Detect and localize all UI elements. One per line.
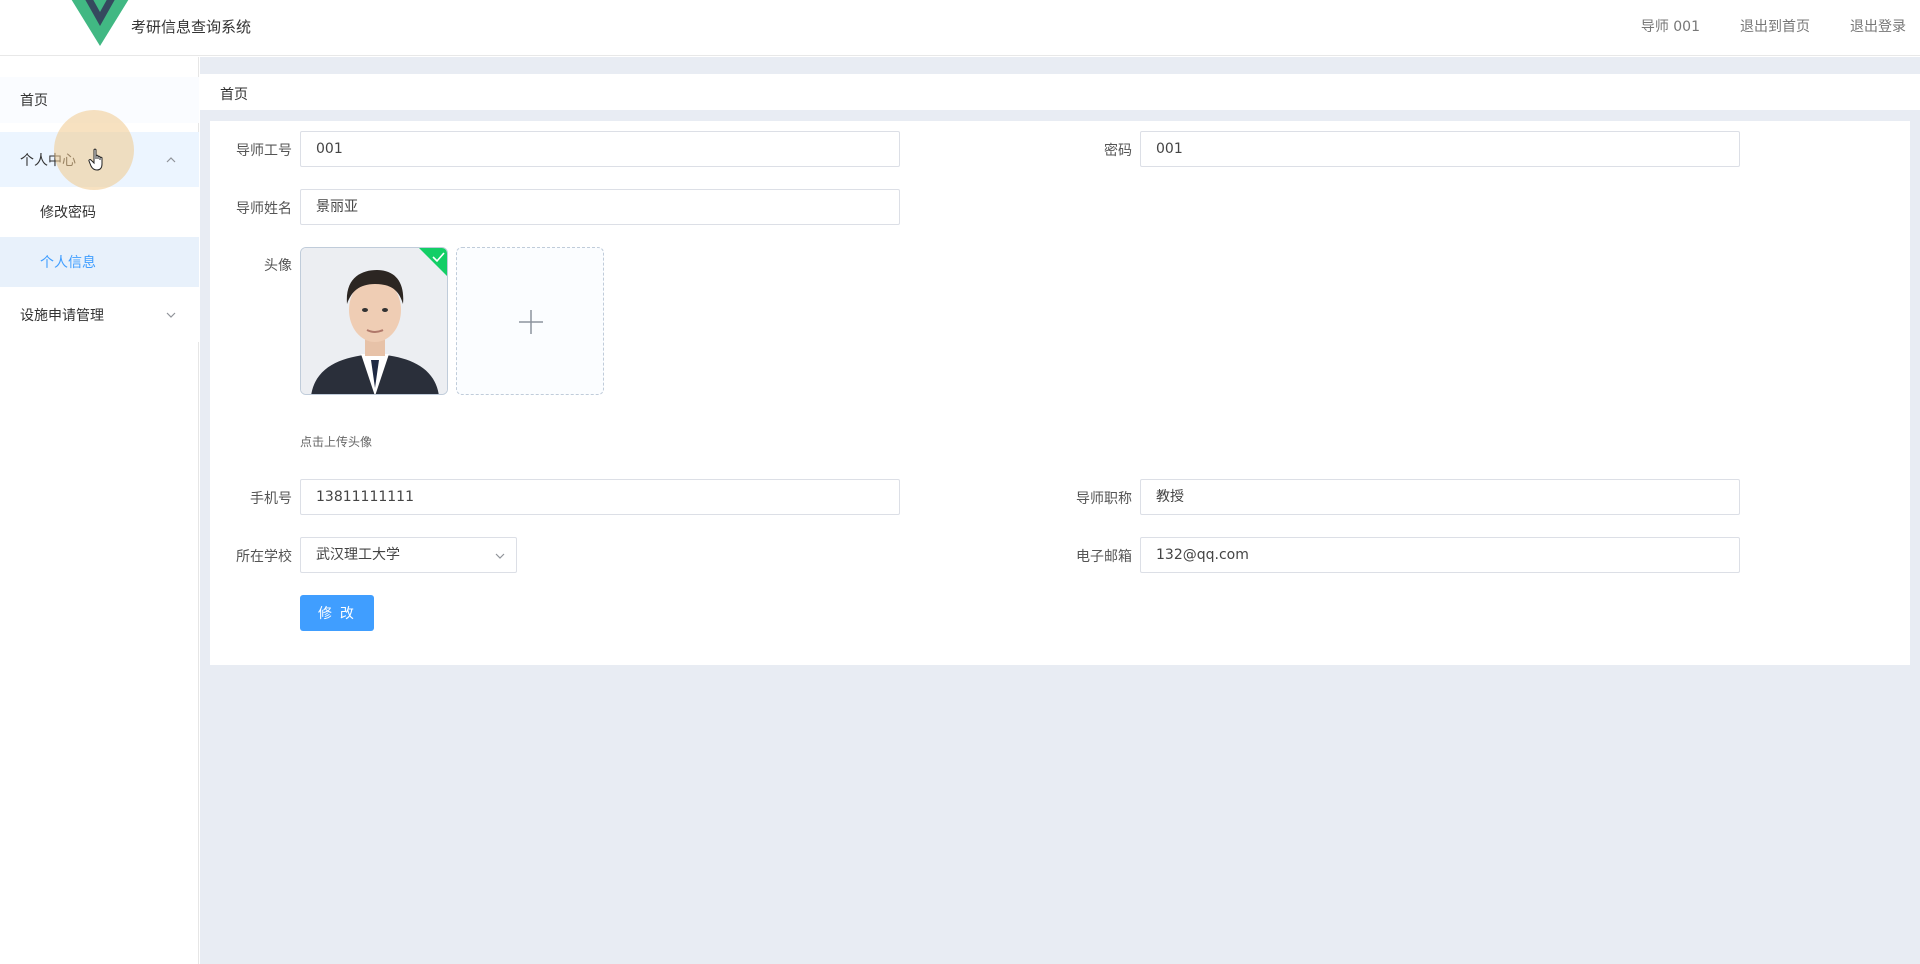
sidebar: 首页 个人中心 修改密码 个人信息 设施申请管理: [0, 57, 199, 964]
back-home-link[interactable]: 退出到首页: [1740, 16, 1810, 36]
avatar-label: 头像: [264, 258, 292, 274]
chevron-up-icon: [166, 156, 176, 162]
hand-cursor-icon: [88, 148, 103, 171]
sidebar-item-label: 设施申请管理: [20, 307, 104, 324]
sidebar-item-label: 个人中心: [20, 152, 76, 169]
submit-button[interactable]: 修 改: [300, 595, 374, 631]
teacher-id-input[interactable]: 001: [300, 131, 900, 167]
email-label: 电子邮箱: [1076, 549, 1132, 565]
check-icon: [419, 248, 447, 276]
app-title: 考研信息查询系统: [131, 18, 252, 36]
school-label: 所在学校: [236, 549, 292, 565]
profile-form-card: 导师工号 001 密码 001 导师姓名 景丽亚 头像 点击上传头像 手机号 1…: [210, 121, 1910, 665]
top-header: 考研信息查询系统 导师 001 退出到首页 退出登录: [0, 0, 1920, 56]
avatar-upload-button[interactable]: [456, 247, 604, 395]
header-links: 导师 001 退出到首页 退出登录: [1641, 16, 1906, 36]
sidebar-item-home[interactable]: 首页: [0, 77, 199, 123]
sidebar-item-personal-info[interactable]: 个人信息: [0, 237, 199, 287]
main-content: 首页 导师工号 001 密码 001 导师姓名 景丽亚 头像 点击上传头像 手机…: [200, 57, 1920, 964]
breadcrumb[interactable]: 首页: [220, 84, 248, 104]
sidebar-item-change-password[interactable]: 修改密码: [0, 187, 199, 237]
vue-logo-icon: [71, 0, 129, 46]
email-input[interactable]: 132@qq.com: [1140, 537, 1740, 573]
breadcrumb-bar: 首页: [200, 74, 1920, 110]
school-select-value: 武汉理工大学: [316, 547, 400, 563]
plus-icon: [519, 310, 543, 334]
chevron-down-icon: [495, 553, 505, 559]
teacher-name-label: 导师姓名: [236, 201, 292, 217]
teacher-title-label: 导师职称: [1076, 491, 1132, 507]
phone-input[interactable]: 13811111111: [300, 479, 900, 515]
phone-label: 手机号: [250, 491, 292, 507]
chevron-down-icon: [166, 312, 176, 318]
password-label: 密码: [1104, 143, 1132, 159]
logout-link[interactable]: 退出登录: [1850, 16, 1906, 36]
password-input[interactable]: 001: [1140, 131, 1740, 167]
sidebar-item-label: 修改密码: [40, 205, 96, 221]
current-user[interactable]: 导师 001: [1641, 16, 1700, 36]
sidebar-item-facility-management[interactable]: 设施申请管理: [0, 287, 199, 342]
sidebar-item-label: 首页: [20, 93, 48, 109]
sidebar-item-label: 个人信息: [40, 255, 96, 271]
teacher-id-label: 导师工号: [236, 143, 292, 159]
upload-tip: 点击上传头像: [300, 435, 373, 449]
teacher-name-input[interactable]: 景丽亚: [300, 189, 900, 225]
teacher-title-input[interactable]: 教授: [1140, 479, 1740, 515]
avatar-image[interactable]: [300, 247, 448, 395]
school-select[interactable]: 武汉理工大学: [300, 537, 517, 573]
